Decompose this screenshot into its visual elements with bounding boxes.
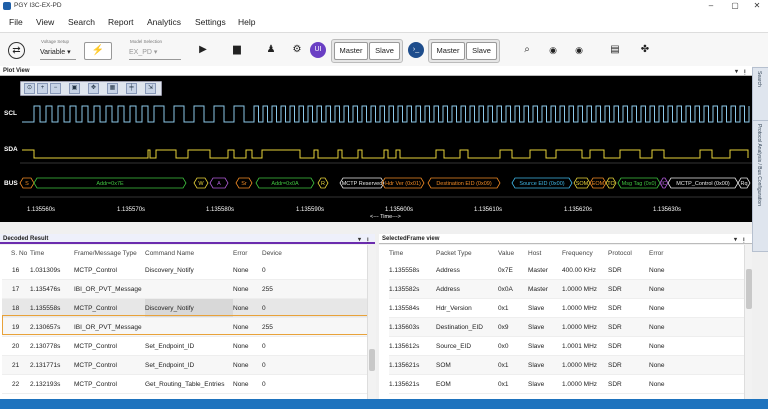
- bus-segment-label: Addr=0x0A: [271, 181, 299, 187]
- selected-frame-title: SelectedFrame view: [382, 236, 440, 242]
- bus-segment-label: Msg Tag (0x0): [622, 181, 657, 187]
- col-header[interactable]: Error: [233, 245, 262, 261]
- table-row[interactable]: 20 2.130778s MCTP_Control Set_Endpoint_ID No…: [2, 336, 367, 356]
- table-row[interactable]: 1.135612s Source_EID 0x0 Slave 1.0001 MHz SDR…: [389, 336, 751, 356]
- decoded-result-table-area: S. No Time Frame/Message Type Command Na…: [0, 245, 376, 399]
- table-row[interactable]: 21 2.131771s MCTP_Control Set_Endpoint_ID No…: [2, 355, 367, 375]
- col-header[interactable]: Frame/Message Type: [74, 245, 145, 261]
- col-header[interactable]: Protocol: [608, 245, 649, 261]
- bus-segment-label: IC: [661, 181, 667, 187]
- table-header: Time Packet Type Value Host Frequency Pr…: [389, 245, 751, 261]
- selected-frame-table-area: Time Packet Type Value Host Frequency Pr…: [379, 245, 752, 399]
- table-row[interactable]: 1.135582s Address 0x0A Master 1.0000 MHz SDR N…: [389, 279, 751, 299]
- selected-row-highlight: [2, 315, 368, 335]
- table-row[interactable]: 1.135621s SOM 0x1 Slave 1.0000 MHz SDR None: [389, 355, 751, 375]
- col-header[interactable]: Time: [389, 245, 436, 261]
- tab-protocol-analysis[interactable]: Protocol Analysis / Bus Configuration: [752, 120, 768, 252]
- time-tick: 1.135560s: [27, 207, 56, 213]
- time-tick: 1.135590s: [296, 207, 325, 213]
- table-row[interactable]: 22 2.132193s MCTP_Control Get_Routing_Table…: [2, 374, 367, 394]
- bus-segment-label: W: [198, 181, 204, 187]
- bus-segment-label: EOM: [592, 181, 605, 187]
- bus-segment-label: SOM: [576, 181, 589, 187]
- bus-segment-label: A: [217, 181, 221, 187]
- selected-frame-header: SelectedFrame view ▾ ᴉ: [379, 234, 752, 244]
- pin-icon[interactable]: ᴉ: [367, 235, 369, 245]
- bus-segment-label: S: [25, 181, 29, 187]
- bus-segment-label: Hdr Ver (0x01): [385, 181, 421, 187]
- time-tick: 1.135610s: [474, 207, 503, 213]
- table-row[interactable]: 1.135584s Hdr_Version 0x1 Slave 1.0000 MHz SD…: [389, 298, 751, 318]
- selected-frame-table: Time Packet Type Value Host Frequency Pr…: [389, 245, 751, 394]
- table-row[interactable]: 16 1.031309s MCTP_Control Discovery_Notify N…: [2, 261, 367, 280]
- bus-segment-label: Destination EID (0x09): [436, 181, 491, 187]
- status-bar: [0, 399, 768, 409]
- col-header[interactable]: Host: [528, 245, 562, 261]
- time-tick: 1.135620s: [564, 207, 593, 213]
- decoded-result-title: Decoded Result: [3, 236, 49, 242]
- pin-icon[interactable]: ᴉ: [743, 235, 745, 245]
- scrollbar-thumb[interactable]: [746, 269, 752, 309]
- bus-segment-label: Rq: [740, 181, 747, 187]
- bus-segment-label: Source EID (0x00): [519, 181, 564, 187]
- col-header[interactable]: Packet Type: [436, 245, 498, 261]
- table-header: S. No Time Frame/Message Type Command Na…: [2, 245, 367, 261]
- time-axis-label: <--- Time--->: [370, 214, 401, 220]
- tab-search[interactable]: Search: [752, 67, 768, 121]
- table-row[interactable]: 1.135603s Destination_EID 0x9 Slave 1.0000 M…: [389, 317, 751, 337]
- panel-menu-icon[interactable]: ▾: [734, 235, 737, 245]
- bus-segment-label: TO: [607, 181, 615, 187]
- col-header[interactable]: S. No: [2, 245, 30, 261]
- decoded-scrollbar[interactable]: [367, 245, 376, 399]
- col-header[interactable]: Command Name: [145, 245, 233, 261]
- bus-segment-label: MCTP Reserved: [342, 181, 383, 187]
- time-tick: 1.135580s: [206, 207, 235, 213]
- panel-menu-icon[interactable]: ▾: [358, 235, 361, 245]
- col-header[interactable]: Error: [649, 245, 751, 261]
- bus-decode-track: S Addr=0x7E W A Sr Addr=0x0A R MCTP Reserved Hdr…: [19, 177, 751, 189]
- col-header[interactable]: Value: [498, 245, 528, 261]
- bus-segment-label: Sr: [241, 181, 247, 187]
- scl-waveform: [22, 105, 750, 123]
- col-header[interactable]: Device: [262, 245, 367, 261]
- bus-segment-label: MCTP_Control (0x00): [676, 181, 730, 187]
- sda-waveform: [22, 149, 749, 159]
- col-header[interactable]: Time: [30, 245, 74, 261]
- table-row[interactable]: 1.135558s Address 0x7E Master 400.00 KHz SDR N…: [389, 261, 751, 280]
- bus-segment-label: Addr=0x7E: [96, 181, 124, 187]
- bus-segment-label: R: [321, 181, 325, 187]
- scrollbar-thumb[interactable]: [369, 349, 375, 371]
- decoded-result-header: Decoded Result ▾ ᴉ: [0, 234, 375, 244]
- time-tick: 1.135630s: [653, 207, 682, 213]
- time-tick: 1.135600s: [385, 207, 414, 213]
- selected-frame-scrollbar[interactable]: [744, 245, 752, 399]
- table-row[interactable]: 17 1.135476s IBI_OR_PVT_Message None 255: [2, 279, 367, 299]
- col-header[interactable]: Frequency: [562, 245, 608, 261]
- table-row[interactable]: 1.135621s EOM 0x1 Slave 1.0000 MHz SDR None: [389, 374, 751, 394]
- time-tick: 1.135570s: [117, 207, 146, 213]
